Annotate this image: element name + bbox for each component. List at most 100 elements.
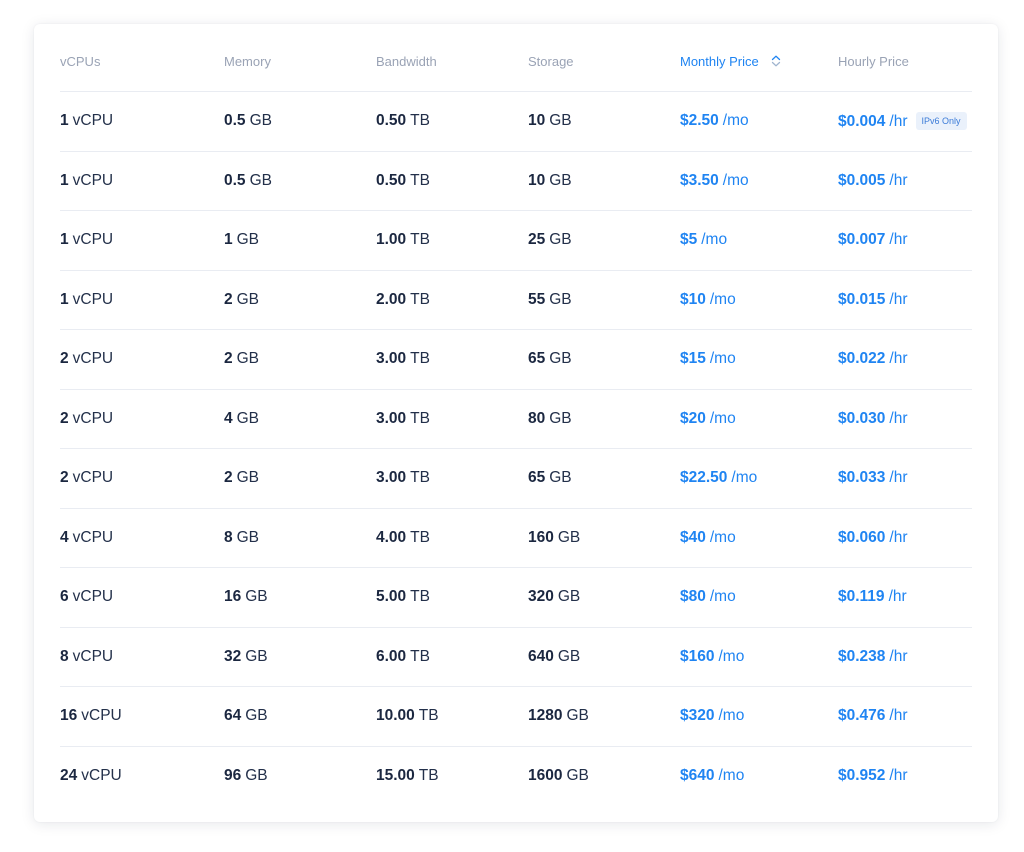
table-row[interactable]: 1 vCPU 0.5 GB 0.50 TB 10 GB $3.50/mo $0.005/hr — [60, 151, 972, 211]
table-row[interactable]: 8 vCPU 32 GB 6.00 TB 640 GB $160/mo $0.238/hr — [60, 627, 972, 687]
header-monthly-price[interactable]: Monthly Price — [680, 32, 838, 92]
cell-monthly-price: $3.50/mo — [680, 151, 838, 211]
cell-hourly-price-unit: /hr — [888, 588, 907, 606]
cell-storage-value: 1280 — [528, 707, 563, 725]
cell-storage-value: 1600 — [528, 766, 563, 784]
cell-storage-unit: GB — [549, 350, 572, 368]
table-row[interactable]: 1 vCPU 0.5 GB 0.50 TB 10 GB $2.50/mo $0.004/hr IPv… — [60, 91, 972, 152]
table-header-row: vCPUs Memory Bandwidth Storage Monthly P… — [60, 32, 972, 92]
cell-memory-value: 8 — [224, 528, 233, 546]
cell-bandwidth-unit: TB — [410, 231, 430, 249]
cell-hourly-price: $0.476/hr — [838, 686, 972, 747]
cell-hourly-price-unit: /hr — [889, 707, 908, 725]
cell-vcpu: 16 vCPU — [60, 686, 224, 747]
cell-memory-value: 1 — [224, 231, 233, 249]
cell-bandwidth-unit: TB — [410, 290, 430, 308]
cell-storage: 80 GB — [528, 389, 680, 449]
cell-memory-value: 96 — [224, 766, 242, 784]
cell-hourly-price-value: $0.476 — [838, 707, 886, 725]
cell-storage-unit: GB — [549, 469, 572, 487]
table-row[interactable]: 2 vCPU 4 GB 3.00 TB 80 GB $20/mo $0.030/hr — [60, 389, 972, 449]
cell-monthly-price-value: $15 — [680, 350, 706, 368]
cell-vcpu: 1 vCPU — [60, 91, 224, 152]
table-row[interactable]: 2 vCPU 2 GB 3.00 TB 65 GB $15/mo $0.022/hr — [60, 329, 972, 390]
cell-vcpu-value: 16 — [60, 707, 78, 725]
header-memory[interactable]: Memory — [224, 32, 376, 92]
header-hourly-price[interactable]: Hourly Price — [838, 32, 972, 92]
cell-bandwidth-value: 3.00 — [376, 469, 407, 487]
cell-monthly-price-unit: /mo — [709, 588, 736, 606]
cell-memory: 2 GB — [224, 270, 376, 330]
cell-vcpu-unit: vCPU — [72, 469, 114, 487]
cell-vcpu: 24 vCPU — [60, 746, 224, 805]
table-row[interactable]: 6 vCPU 16 GB 5.00 TB 320 GB $80/mo $0.119/hr — [60, 567, 972, 628]
cell-hourly-price-value: $0.022 — [838, 350, 886, 368]
cell-vcpu-value: 2 — [60, 409, 69, 427]
cell-storage-unit: GB — [549, 409, 572, 427]
cell-bandwidth: 1.00 TB — [376, 210, 528, 271]
cell-bandwidth-unit: TB — [410, 588, 430, 606]
cell-monthly-price-unit: /mo — [722, 171, 749, 189]
cell-bandwidth: 4.00 TB — [376, 508, 528, 568]
table-row[interactable]: 1 vCPU 2 GB 2.00 TB 55 GB $10/mo $0.015/hr — [60, 270, 972, 330]
cell-bandwidth-value: 3.00 — [376, 350, 407, 368]
cell-bandwidth: 0.50 TB — [376, 151, 528, 211]
cell-bandwidth-value: 5.00 — [376, 588, 407, 606]
table-row[interactable]: 1 vCPU 1 GB 1.00 TB 25 GB $5/mo $0.007/hr — [60, 210, 972, 271]
cell-bandwidth: 2.00 TB — [376, 270, 528, 330]
cell-bandwidth-value: 0.50 — [376, 171, 407, 189]
cell-memory: 16 GB — [224, 567, 376, 628]
cell-memory-value: 0.5 — [224, 112, 246, 130]
cell-bandwidth: 3.00 TB — [376, 389, 528, 449]
cell-monthly-price: $15/mo — [680, 329, 838, 390]
cell-memory-unit: GB — [245, 766, 268, 784]
cell-vcpu-value: 24 — [60, 766, 78, 784]
header-bandwidth[interactable]: Bandwidth — [376, 32, 528, 92]
cell-monthly-price-unit: /mo — [709, 290, 736, 308]
cell-vcpu-value: 1 — [60, 112, 69, 130]
cell-storage-value: 65 — [528, 350, 546, 368]
cell-monthly-price-unit: /mo — [709, 528, 736, 546]
cell-hourly-price-value: $0.238 — [838, 647, 886, 665]
cell-vcpu-unit: vCPU — [72, 231, 114, 249]
cell-memory-unit: GB — [236, 469, 260, 487]
cell-storage-unit: GB — [549, 290, 572, 308]
cell-vcpu-value: 8 — [60, 647, 69, 665]
cell-bandwidth-value: 10.00 — [376, 707, 415, 725]
cell-vcpu-value: 1 — [60, 231, 69, 249]
cell-storage-unit: GB — [549, 171, 572, 189]
cell-hourly-price-value: $0.033 — [838, 469, 886, 487]
cell-monthly-price: $160/mo — [680, 627, 838, 687]
cell-vcpu-unit: vCPU — [72, 647, 114, 665]
cell-storage: 640 GB — [528, 627, 680, 687]
cell-memory-value: 0.5 — [224, 171, 246, 189]
cell-bandwidth-unit: TB — [410, 350, 430, 368]
table-row[interactable]: 16 vCPU 64 GB 10.00 TB 1280 GB $320/mo $0.476/hr — [60, 686, 972, 747]
sort-arrows-icon[interactable] — [771, 55, 781, 67]
table-row[interactable]: 24 vCPU 96 GB 15.00 TB 1600 GB $640/mo $0.952/hr — [60, 746, 972, 805]
cell-vcpu: 2 vCPU — [60, 389, 224, 449]
cell-storage-unit: GB — [549, 231, 572, 249]
table-row[interactable]: 4 vCPU 8 GB 4.00 TB 160 GB $40/mo $0.060/hr — [60, 508, 972, 568]
cell-hourly-price-unit: /hr — [889, 350, 908, 368]
cell-bandwidth-unit: TB — [410, 469, 430, 487]
cell-memory-unit: GB — [236, 409, 260, 427]
cell-bandwidth-unit: TB — [418, 707, 439, 725]
cell-memory: 1 GB — [224, 210, 376, 271]
cell-vcpu: 2 vCPU — [60, 329, 224, 390]
cell-memory: 2 GB — [224, 448, 376, 509]
cell-storage: 10 GB — [528, 151, 680, 211]
cell-hourly-price: $0.007/hr — [838, 210, 972, 271]
table-row[interactable]: 2 vCPU 2 GB 3.00 TB 65 GB $22.50/mo $0.033/hr — [60, 448, 972, 509]
cell-memory-unit: GB — [249, 112, 272, 130]
cell-bandwidth: 15.00 TB — [376, 746, 528, 805]
cell-storage: 320 GB — [528, 567, 680, 628]
header-storage[interactable]: Storage — [528, 32, 680, 92]
header-vcpus[interactable]: vCPUs — [60, 32, 224, 92]
cell-storage-value: 10 — [528, 171, 546, 189]
cell-memory-unit: GB — [236, 350, 260, 368]
cell-hourly-price: $0.238/hr — [838, 627, 972, 687]
cell-monthly-price: $2.50/mo — [680, 91, 838, 152]
cell-memory: 4 GB — [224, 389, 376, 449]
pricing-card: vCPUs Memory Bandwidth Storage Monthly P… — [34, 24, 998, 822]
